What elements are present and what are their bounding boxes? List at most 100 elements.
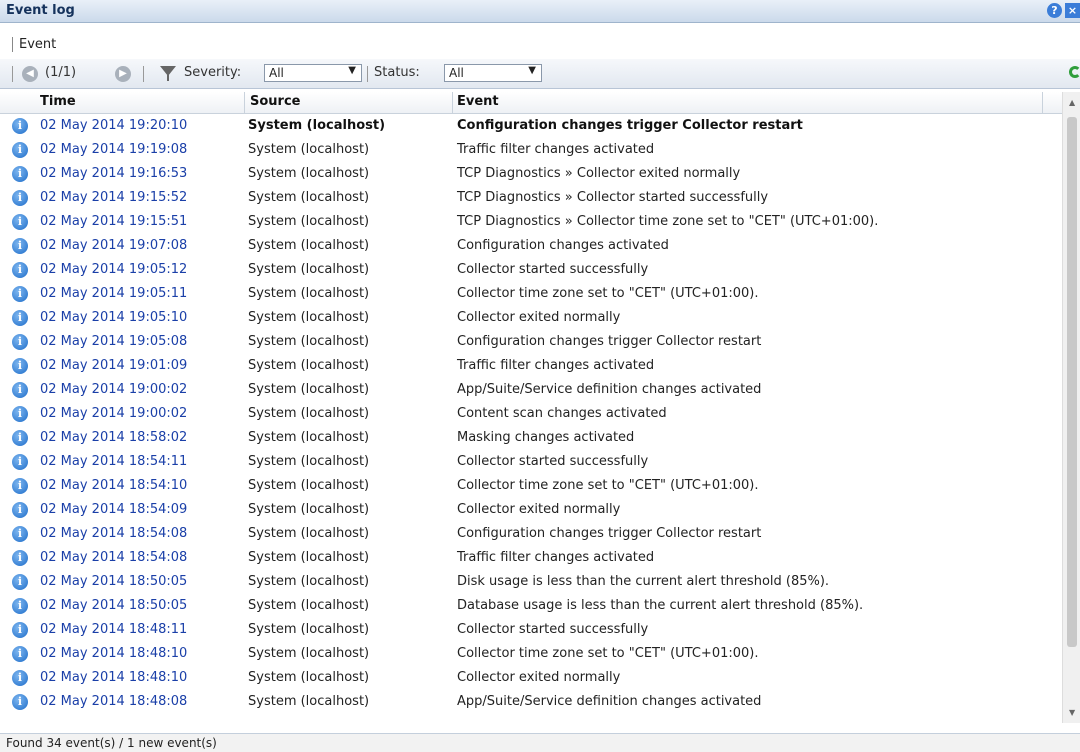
toolbar-separator (143, 66, 144, 82)
cell-time[interactable]: 02 May 2014 19:05:08 (40, 334, 187, 349)
cell-time[interactable]: 02 May 2014 18:50:05 (40, 574, 187, 589)
cell-time[interactable]: 02 May 2014 18:54:08 (40, 526, 187, 541)
column-header-event[interactable]: Event (457, 94, 499, 109)
table-row[interactable]: i 02 May 2014 19:01:09 System (localhost) T… (0, 354, 1062, 378)
page-indicator: (1/1) (45, 65, 77, 80)
table-row[interactable]: i 02 May 2014 18:50:05 System (localhost) D… (0, 594, 1062, 618)
table-row[interactable]: i 02 May 2014 19:05:12 System (localhost) C… (0, 258, 1062, 282)
cell-time[interactable]: 02 May 2014 19:00:02 (40, 406, 187, 421)
cell-time[interactable]: 02 May 2014 18:54:11 (40, 454, 187, 469)
previous-page-icon[interactable]: ◀ (22, 66, 38, 82)
cell-time[interactable]: 02 May 2014 19:07:08 (40, 238, 187, 253)
cell-event: TCP Diagnostics » Collector time zone se… (457, 214, 879, 229)
table-row[interactable]: i 02 May 2014 19:07:08 System (localhost) C… (0, 234, 1062, 258)
help-icon[interactable]: ? (1047, 3, 1062, 18)
cell-event: Collector exited normally (457, 670, 621, 685)
info-icon: i (12, 286, 28, 302)
cell-time[interactable]: 02 May 2014 18:48:10 (40, 646, 187, 661)
table-row[interactable]: i 02 May 2014 18:54:08 System (localhost) C… (0, 522, 1062, 546)
table-row[interactable]: i 02 May 2014 19:15:51 System (localhost) T… (0, 210, 1062, 234)
cell-time[interactable]: 02 May 2014 19:19:08 (40, 142, 187, 157)
cell-time[interactable]: 02 May 2014 18:48:08 (40, 694, 187, 709)
table-row[interactable]: i 02 May 2014 19:16:53 System (localhost) T… (0, 162, 1062, 186)
table-row[interactable]: i 02 May 2014 19:20:10 System (localhost) C… (0, 114, 1062, 138)
cell-source: System (localhost) (248, 358, 370, 373)
cell-time[interactable]: 02 May 2014 19:05:11 (40, 286, 187, 301)
column-divider[interactable] (1042, 92, 1043, 113)
cell-source: System (localhost) (248, 598, 370, 613)
status-select[interactable]: All ▼ (444, 64, 542, 82)
cell-event: Collector started successfully (457, 454, 649, 469)
cell-time[interactable]: 02 May 2014 19:05:10 (40, 310, 187, 325)
table-row[interactable]: i 02 May 2014 19:00:02 System (localhost) C… (0, 402, 1062, 426)
table-row[interactable]: i 02 May 2014 19:05:08 System (localhost) C… (0, 330, 1062, 354)
cell-time[interactable]: 02 May 2014 18:58:02 (40, 430, 187, 445)
info-icon: i (12, 334, 28, 350)
table-row[interactable]: i 02 May 2014 19:19:08 System (localhost) T… (0, 138, 1062, 162)
table-row[interactable]: i 02 May 2014 19:05:10 System (localhost) C… (0, 306, 1062, 330)
cell-source: System (localhost) (248, 526, 370, 541)
cell-source: System (localhost) (248, 646, 370, 661)
table-row[interactable]: i 02 May 2014 18:48:08 System (localhost) A… (0, 690, 1062, 714)
cell-time[interactable]: 02 May 2014 18:48:11 (40, 622, 187, 637)
cell-event: Collector started successfully (457, 262, 649, 277)
info-icon: i (12, 670, 28, 686)
scrollbar-thumb[interactable] (1067, 117, 1077, 647)
cell-source: System (localhost) (248, 574, 370, 589)
cell-time[interactable]: 02 May 2014 19:16:53 (40, 166, 187, 181)
cell-event: App/Suite/Service definition changes act… (457, 694, 762, 709)
table-row[interactable]: i 02 May 2014 19:15:52 System (localhost) T… (0, 186, 1062, 210)
status-select-value: All (449, 66, 464, 80)
cell-time[interactable]: 02 May 2014 19:01:09 (40, 358, 187, 373)
cell-time[interactable]: 02 May 2014 18:50:05 (40, 598, 187, 613)
column-header-time[interactable]: Time (40, 94, 76, 109)
table-row[interactable]: i 02 May 2014 18:54:11 System (localhost) C… (0, 450, 1062, 474)
cell-source: System (localhost) (248, 334, 370, 349)
table-row[interactable]: i 02 May 2014 19:05:11 System (localhost) C… (0, 282, 1062, 306)
column-divider[interactable] (452, 92, 453, 113)
cell-source: System (localhost) (248, 214, 370, 229)
column-header-source[interactable]: Source (250, 94, 300, 109)
vertical-scrollbar[interactable]: ▲ ▼ (1062, 92, 1080, 723)
cell-time[interactable]: 02 May 2014 19:05:12 (40, 262, 187, 277)
cell-event: Configuration changes trigger Collector … (457, 334, 762, 349)
chevron-down-icon: ▼ (528, 65, 536, 76)
info-icon: i (12, 118, 28, 134)
cell-event: Configuration changes trigger Collector … (457, 118, 803, 133)
cell-time[interactable]: 02 May 2014 18:48:10 (40, 670, 187, 685)
table-row[interactable]: i 02 May 2014 18:50:05 System (localhost) D… (0, 570, 1062, 594)
table-row[interactable]: i 02 May 2014 18:48:10 System (localhost) C… (0, 642, 1062, 666)
cell-time[interactable]: 02 May 2014 19:20:10 (40, 118, 187, 133)
cell-time[interactable]: 02 May 2014 18:54:10 (40, 478, 187, 493)
cell-time[interactable]: 02 May 2014 18:54:09 (40, 502, 187, 517)
next-page-icon[interactable]: ▶ (115, 66, 131, 82)
table-row[interactable]: i 02 May 2014 18:48:10 System (localhost) C… (0, 666, 1062, 690)
refresh-icon[interactable] (1069, 66, 1080, 78)
cell-source: System (localhost) (248, 694, 370, 709)
cell-time[interactable]: 02 May 2014 19:15:52 (40, 190, 187, 205)
scroll-down-icon[interactable]: ▼ (1069, 708, 1075, 717)
cell-source: System (localhost) (248, 382, 370, 397)
table-row[interactable]: i 02 May 2014 18:54:08 System (localhost) T… (0, 546, 1062, 570)
info-icon: i (12, 694, 28, 710)
column-divider[interactable] (244, 92, 245, 113)
cell-time[interactable]: 02 May 2014 18:54:08 (40, 550, 187, 565)
title-bar: Event log ? × (0, 0, 1080, 23)
table-row[interactable]: i 02 May 2014 18:58:02 System (localhost) M… (0, 426, 1062, 450)
filter-icon-stem (167, 74, 169, 81)
cell-time[interactable]: 02 May 2014 19:15:51 (40, 214, 187, 229)
cell-event: Content scan changes activated (457, 406, 667, 421)
table-row[interactable]: i 02 May 2014 19:00:02 System (localhost) A… (0, 378, 1062, 402)
severity-select[interactable]: All ▼ (264, 64, 362, 82)
close-icon[interactable]: × (1065, 3, 1080, 18)
table-row[interactable]: i 02 May 2014 18:48:11 System (localhost) C… (0, 618, 1062, 642)
cell-time[interactable]: 02 May 2014 19:00:02 (40, 382, 187, 397)
cell-event: Collector time zone set to "CET" (UTC+01… (457, 286, 759, 301)
tab-event[interactable]: Event (12, 37, 56, 52)
scroll-up-icon[interactable]: ▲ (1069, 98, 1075, 107)
table-row[interactable]: i 02 May 2014 18:54:09 System (localhost) C… (0, 498, 1062, 522)
cell-source: System (localhost) (248, 478, 370, 493)
info-icon: i (12, 190, 28, 206)
table-row[interactable]: i 02 May 2014 18:54:10 System (localhost) C… (0, 474, 1062, 498)
window-title: Event log (6, 3, 75, 18)
